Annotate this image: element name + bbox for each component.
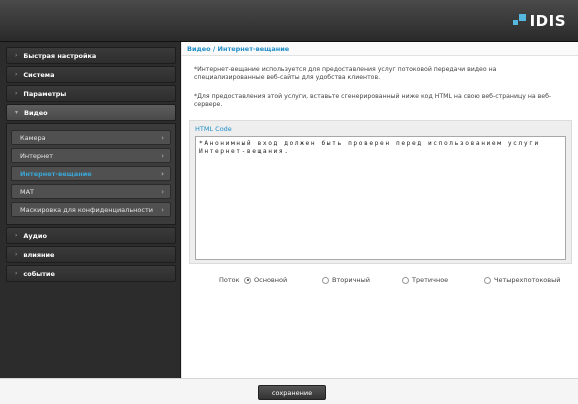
- chevron-right-icon: ›: [15, 52, 18, 59]
- submenu-item-camera[interactable]: Камера ›: [11, 130, 171, 145]
- submenu-item-internet[interactable]: Интернет ›: [11, 148, 171, 163]
- chevron-right-icon: ›: [161, 169, 164, 178]
- menu-item-label: Аудио: [23, 231, 47, 240]
- menu-item-audio[interactable]: › Аудио: [6, 227, 176, 244]
- submenu-item-privacy-masking[interactable]: Маскировка для конфиденциальности ›: [11, 202, 171, 217]
- submenu-item-label: Интернет-вещание: [20, 169, 92, 178]
- menu-item-label: Система: [23, 70, 55, 79]
- page-title: Видео / Интернет-вещание: [182, 42, 578, 56]
- menu-item-event[interactable]: › событие: [6, 265, 176, 282]
- menu-item-parameters[interactable]: › Параметры: [6, 85, 176, 102]
- stream-option-label: Вторичный: [332, 276, 371, 284]
- stream-label: Поток: [219, 276, 240, 284]
- menu-item-label: Быстрая настройка: [23, 51, 97, 60]
- menu-item-video[interactable]: ▾ Видео: [6, 104, 176, 121]
- logo-text: IDIS: [529, 12, 566, 30]
- stream-option-label: Четырехпотоковый: [494, 276, 561, 284]
- menu-item-label: Параметры: [23, 89, 67, 98]
- html-code-panel: HTML Code *Анонимный вход должен быть пр…: [189, 120, 572, 264]
- chevron-right-icon: ›: [161, 205, 164, 214]
- idis-logo: IDIS: [512, 10, 566, 32]
- menu-item-label: Видео: [24, 108, 48, 117]
- sidebar-menu: › Быстрая настройка › Система › Параметры ▾…: [0, 42, 180, 282]
- stream-option-tertiary[interactable]: Третичное: [402, 274, 448, 286]
- chevron-right-icon: ›: [15, 71, 18, 78]
- stream-option-label: Основной: [254, 276, 288, 284]
- radio-unchecked-icon[interactable]: [322, 276, 329, 284]
- submenu-item-webcasting[interactable]: Интернет-вещание ›: [11, 166, 171, 181]
- submenu-item-label: Камера: [20, 133, 46, 142]
- description-html-code: *Для предоставления этой услуги, вставьт…: [194, 93, 552, 108]
- description-webcasting: *Интернет-вещание используется для предо…: [194, 66, 497, 81]
- footer-bar: сохранение: [0, 378, 578, 404]
- sidebar: › Быстрая настройка › Система › Параметры ▾…: [0, 42, 181, 378]
- submenu-item-label: Маскировка для конфиденциальности: [20, 205, 153, 214]
- stream-option-primary[interactable]: Основной: [244, 274, 287, 286]
- stream-selector: Поток Основной Вторичный Третичное Четыр…: [182, 274, 578, 286]
- chevron-right-icon: ›: [15, 232, 18, 239]
- stream-option-label: Третичное: [412, 276, 449, 284]
- menu-item-influence[interactable]: › влияние: [6, 246, 176, 263]
- radio-unchecked-icon[interactable]: [402, 276, 409, 284]
- stream-option-quaternary[interactable]: Четырехпотоковый: [484, 274, 560, 286]
- submenu-item-label: Интернет: [20, 151, 54, 160]
- html-code-label: HTML Code: [195, 125, 232, 133]
- chevron-right-icon: ›: [15, 251, 18, 258]
- save-button[interactable]: сохранение: [258, 385, 326, 400]
- main-content: Видео / Интернет-вещание *Интернет-вещан…: [182, 42, 578, 378]
- radio-unchecked-icon[interactable]: [484, 276, 491, 284]
- menu-item-system[interactable]: › Система: [6, 66, 176, 83]
- chevron-right-icon: ›: [15, 270, 18, 277]
- logo-mark-icon: [512, 14, 527, 28]
- chevron-right-icon: ›: [161, 133, 164, 142]
- stream-option-secondary[interactable]: Вторичный: [322, 274, 370, 286]
- video-submenu: Камера › Интернет › Интернет-вещание › МАТ ›…: [6, 123, 176, 225]
- submenu-item-mat[interactable]: МАТ ›: [11, 184, 171, 199]
- menu-item-label: влияние: [23, 250, 55, 259]
- chevron-right-icon: ›: [161, 187, 164, 196]
- chevron-down-icon: ▾: [15, 109, 19, 116]
- top-header: IDIS: [0, 0, 578, 42]
- radio-checked-icon[interactable]: [244, 276, 251, 284]
- menu-item-quick-setup[interactable]: › Быстрая настройка: [6, 47, 176, 64]
- chevron-right-icon: ›: [161, 151, 164, 160]
- chevron-right-icon: ›: [15, 90, 18, 97]
- menu-item-label: событие: [23, 269, 55, 278]
- submenu-item-label: МАТ: [20, 187, 35, 196]
- html-code-textarea[interactable]: *Анонимный вход должен быть проверен пер…: [195, 136, 566, 260]
